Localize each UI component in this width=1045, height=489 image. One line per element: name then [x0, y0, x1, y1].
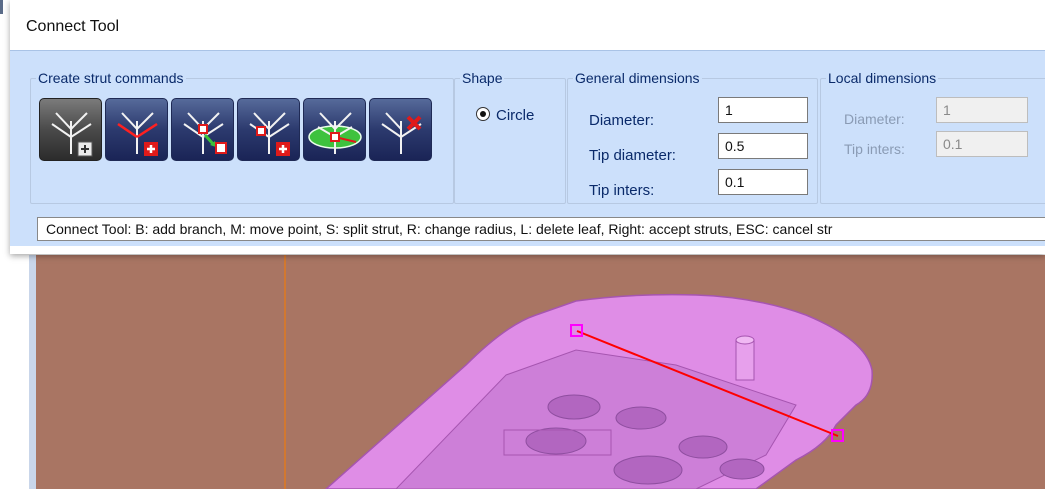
- add-tree-button[interactable]: [39, 98, 102, 161]
- tree-plus-icon: [51, 112, 93, 157]
- change-radius-button[interactable]: [303, 98, 366, 161]
- tip-inters-label: Tip inters:: [589, 182, 655, 199]
- shape-group: Shape: [454, 70, 566, 204]
- diameter-input[interactable]: [718, 97, 808, 123]
- circle-radio-label: Circle: [496, 107, 535, 124]
- circle-radio[interactable]: Circle: [476, 107, 534, 124]
- tip-inters-input[interactable]: [718, 169, 808, 195]
- app-edge-mark: [0, 0, 3, 14]
- radio-selected-icon[interactable]: [476, 107, 490, 121]
- 3d-viewport[interactable]: [36, 255, 1045, 489]
- branch-add-icon: [117, 112, 158, 156]
- app-side-bar: [29, 255, 36, 489]
- shape-legend: Shape: [462, 70, 503, 86]
- diameter-label: Diameter:: [589, 112, 655, 129]
- create-strut-legend: Create strut commands: [38, 70, 184, 86]
- local-tip-inters-input: [936, 131, 1028, 157]
- local-dimensions-legend: Local dimensions: [828, 70, 937, 86]
- move-point-button[interactable]: [171, 98, 234, 161]
- local-diameter-input: [936, 97, 1028, 123]
- delete-leaf-button[interactable]: [369, 98, 432, 161]
- tip-diameter-input[interactable]: [718, 133, 808, 159]
- delete-leaf-icon: [381, 112, 422, 154]
- tip-diameter-label: Tip diameter:: [589, 147, 676, 164]
- viewport-canvas[interactable]: [36, 255, 1045, 489]
- local-tip-inters-label: Tip inters:: [844, 141, 905, 157]
- radius-ellipse-icon: [308, 112, 362, 154]
- local-diameter-label: Diameter:: [844, 111, 905, 127]
- connect-tool-dialog: Connect Tool Create strut commands Shape…: [10, 0, 1045, 254]
- add-branch-button[interactable]: [105, 98, 168, 161]
- part-model[interactable]: [324, 293, 873, 489]
- general-dimensions-legend: General dimensions: [575, 70, 700, 86]
- split-strut-icon: [249, 112, 290, 156]
- dialog-title: Connect Tool: [26, 18, 120, 35]
- split-strut-button[interactable]: [237, 98, 300, 161]
- status-bar: Connect Tool: B: add branch, M: move poi…: [37, 217, 1045, 241]
- move-point-icon: [183, 112, 227, 154]
